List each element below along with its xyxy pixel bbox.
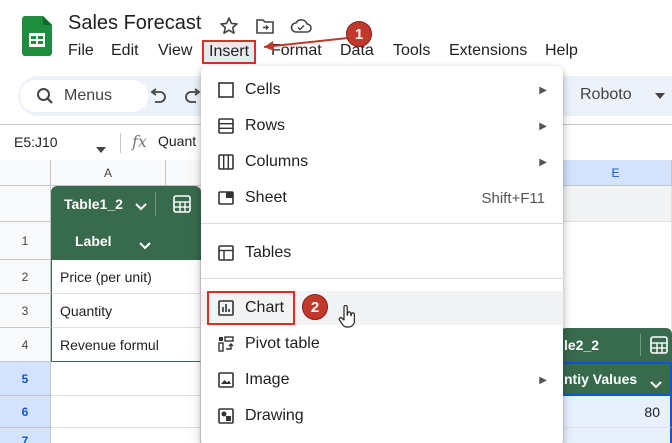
pivot-table-icon xyxy=(217,335,235,353)
divider xyxy=(155,192,156,216)
select-all-corner[interactable] xyxy=(0,160,51,186)
sheet-icon xyxy=(217,189,235,207)
table1-header-text: Label xyxy=(75,233,112,249)
row-header-6[interactable]: 6 xyxy=(0,396,51,428)
menu-item-label: Drawing xyxy=(245,407,304,424)
table1-name-tab[interactable]: Table1_2 xyxy=(51,186,201,222)
table2-name: le2_2 xyxy=(564,337,600,353)
name-box-dropdown-icon[interactable] xyxy=(96,140,106,158)
menu-insert[interactable]: Insert xyxy=(202,40,257,64)
cell-e6[interactable]: 80 xyxy=(560,396,672,428)
menu-edit[interactable]: Edit xyxy=(111,40,139,64)
cell-a3[interactable]: Quantity xyxy=(51,294,201,328)
rows-icon xyxy=(217,117,235,135)
tables-icon xyxy=(217,244,235,262)
row-header-4[interactable]: 4 xyxy=(0,328,51,362)
menu-item-label: Rows xyxy=(245,117,286,134)
menu-item-label: Tables xyxy=(245,244,292,261)
table2-header-text: ntiy Values xyxy=(564,371,638,387)
menu-item-label: Cells xyxy=(245,81,281,98)
cell-a5[interactable] xyxy=(51,362,201,396)
table2-header[interactable]: ntiy Values xyxy=(560,362,672,396)
column-header-e[interactable]: E xyxy=(560,160,672,186)
chart-highlight-box xyxy=(207,291,295,325)
table-settings-icon[interactable] xyxy=(650,336,668,357)
search-icon xyxy=(36,87,54,105)
menu-view[interactable]: View xyxy=(158,40,192,64)
columns-icon xyxy=(217,153,235,171)
submenu-arrow-icon: ▶ xyxy=(539,120,547,132)
menu-item-rows[interactable]: Rows ▶ xyxy=(201,109,563,143)
menu-help[interactable]: Help xyxy=(545,40,578,64)
cell-a4[interactable]: Revenue formul xyxy=(51,328,201,362)
document-title[interactable]: Sales Forecast xyxy=(68,12,201,35)
chevron-down-icon[interactable] xyxy=(139,237,151,253)
menus-search-label: Menus xyxy=(64,87,113,104)
table2-name-tab[interactable]: le2_2 xyxy=(560,328,672,362)
row-header-2[interactable]: 2 xyxy=(0,260,51,294)
column-header-b[interactable] xyxy=(166,160,206,186)
menu-item-pivot-table[interactable]: Pivot table xyxy=(201,327,563,361)
divider xyxy=(640,334,641,356)
star-icon[interactable] xyxy=(218,15,240,37)
menu-extensions[interactable]: Extensions xyxy=(449,40,527,64)
menu-item-sheet[interactable]: Sheet Shift+F11 xyxy=(201,181,563,215)
row-header-7[interactable]: 7 xyxy=(0,428,51,443)
cells-icon xyxy=(217,81,235,99)
redo-icon[interactable] xyxy=(184,86,202,106)
cell-e-range[interactable] xyxy=(560,222,672,328)
cell-a6[interactable] xyxy=(51,396,201,428)
menu-item-drawing[interactable]: Drawing xyxy=(201,399,563,433)
insert-menu: Cells ▶ Rows ▶ Columns ▶ Sheet Shift+F11… xyxy=(201,66,563,443)
cell-a2[interactable]: Price (per unit) xyxy=(51,260,201,294)
menu-item-image[interactable]: Image ▶ xyxy=(201,363,563,397)
table1-name: Table1_2 xyxy=(64,196,123,212)
step-1-callout: 1 xyxy=(346,21,372,47)
menu-item-label: Image xyxy=(245,371,290,388)
row-header-blank xyxy=(0,186,51,222)
menu-tools[interactable]: Tools xyxy=(393,40,430,64)
table-settings-icon[interactable] xyxy=(173,195,191,216)
image-icon xyxy=(217,371,235,389)
cell-a7[interactable] xyxy=(51,428,201,443)
row-header-1[interactable]: 1 xyxy=(0,222,51,260)
chevron-down-icon[interactable] xyxy=(650,376,662,392)
menu-item-label: Columns xyxy=(245,153,309,170)
chevron-down-icon[interactable] xyxy=(135,198,147,214)
undo-icon[interactable] xyxy=(148,86,168,106)
font-dropdown-icon[interactable] xyxy=(650,86,670,106)
submenu-arrow-icon: ▶ xyxy=(539,84,547,96)
column-header-a[interactable]: A xyxy=(51,160,166,186)
menu-item-label: Pivot table xyxy=(245,335,320,352)
cell-e7[interactable] xyxy=(560,428,672,443)
sheets-logo[interactable] xyxy=(22,16,52,56)
submenu-arrow-icon: ▶ xyxy=(539,374,547,386)
name-box[interactable]: E5:J10 xyxy=(14,134,58,150)
keyboard-shortcut: Shift+F11 xyxy=(481,189,545,207)
hand-cursor-icon xyxy=(338,304,358,334)
submenu-arrow-icon: ▶ xyxy=(539,156,547,168)
step-2-callout: 2 xyxy=(302,294,328,320)
annotation-arrow xyxy=(263,37,349,51)
menus-search[interactable]: Menus xyxy=(20,80,148,112)
row-header-3[interactable]: 3 xyxy=(0,294,51,328)
divider xyxy=(120,133,121,153)
menu-item-cells[interactable]: Cells ▶ xyxy=(201,73,563,107)
fx-icon: fx xyxy=(132,132,147,151)
cell-e-top[interactable] xyxy=(560,186,672,222)
font-selector[interactable]: Roboto xyxy=(580,86,632,104)
formula-input[interactable]: Quant xyxy=(158,133,196,149)
menu-item-tables[interactable]: Tables xyxy=(201,236,563,270)
menu-item-label: Sheet xyxy=(245,189,287,206)
drawing-icon xyxy=(217,407,235,425)
table1-header-label[interactable]: Label xyxy=(51,222,201,260)
menu-separator xyxy=(201,223,563,224)
menu-file[interactable]: File xyxy=(68,40,94,64)
menu-separator xyxy=(201,278,563,279)
row-header-5[interactable]: 5 xyxy=(0,362,51,396)
menu-item-columns[interactable]: Columns ▶ xyxy=(201,145,563,179)
